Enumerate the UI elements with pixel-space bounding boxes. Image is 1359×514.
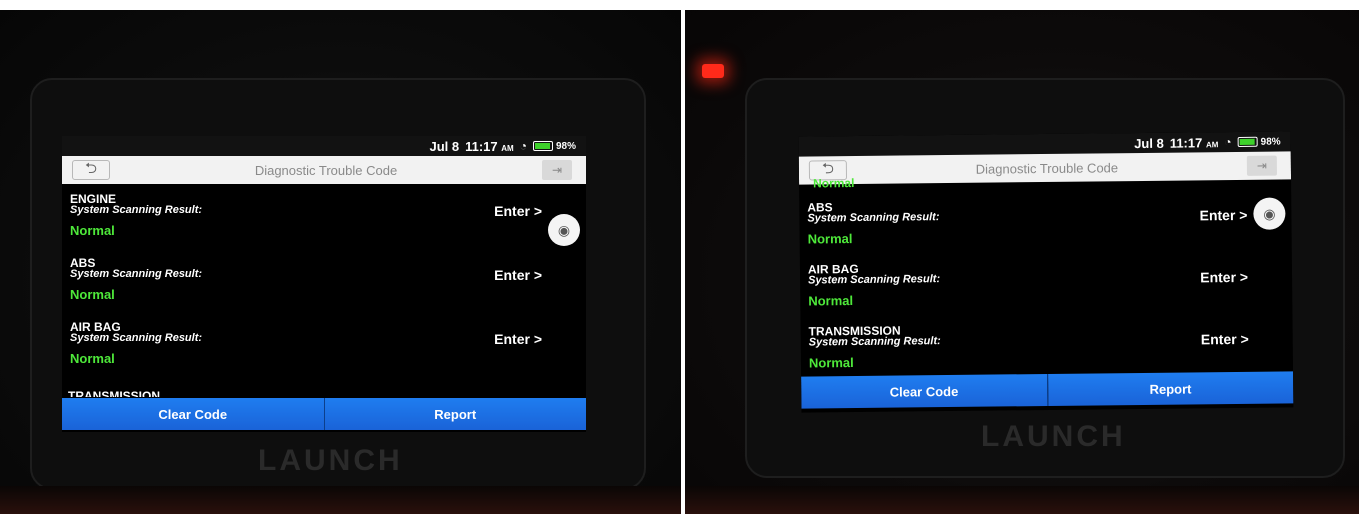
- system-result-label: System Scanning Result:: [70, 332, 203, 344]
- exit-icon[interactable]: ⇥: [542, 160, 572, 180]
- title-bar: ⮌ Diagnostic Trouble Code ⇥: [62, 156, 586, 184]
- top-edge: [685, 0, 1359, 10]
- system-result-value: Normal: [807, 231, 853, 247]
- left-screen: Jul 8 11:17 AM ◔ 98% ⮌ Diagnostic Troubl…: [62, 136, 586, 432]
- system-name-clipped: TRANSMISSION: [68, 389, 161, 397]
- device-brand-logo: LAUNCH: [258, 444, 403, 477]
- wifi-icon: ◔: [1224, 135, 1232, 150]
- right-screen: Jul 8 11:17 AM ◔ 98% ⮌ Diagnostic Troubl…: [798, 131, 1294, 413]
- report-button[interactable]: Report: [323, 398, 586, 430]
- system-row-abs[interactable]: ABS System Scanning Result: Normal Enter…: [799, 187, 1292, 254]
- bottom-edge: [685, 486, 1359, 514]
- enter-button[interactable]: Enter >: [1200, 269, 1248, 286]
- enter-button[interactable]: Enter >: [1199, 207, 1247, 224]
- device-brand-logo: LAUNCH: [981, 420, 1126, 453]
- system-result-value-clipped: Normal: [812, 176, 855, 191]
- back-arrow-icon[interactable]: ⮌: [72, 160, 110, 180]
- enter-button[interactable]: Enter >: [1201, 331, 1249, 348]
- system-row-engine[interactable]: ENGINE System Scanning Result: Normal En…: [62, 184, 586, 248]
- exit-icon[interactable]: ⇥: [1246, 155, 1278, 176]
- status-bar: Jul 8 11:17 AM ◔ 98%: [62, 136, 586, 156]
- system-row-airbag[interactable]: AIR BAG System Scanning Result: Normal E…: [62, 312, 586, 376]
- system-result-value: Normal: [70, 223, 115, 238]
- system-list: ENGINE System Scanning Result: Normal En…: [62, 184, 586, 376]
- status-date: Jul 8: [429, 138, 460, 154]
- action-bar: Clear Code Report: [62, 398, 586, 430]
- system-row-airbag[interactable]: AIR BAG System Scanning Result: Normal E…: [800, 249, 1293, 316]
- system-result-label: System Scanning Result:: [808, 273, 941, 287]
- clear-code-button[interactable]: Clear Code: [62, 398, 324, 430]
- system-row-transmission[interactable]: TRANSMISSION System Scanning Result: Nor…: [800, 311, 1293, 378]
- system-result-label: System Scanning Result:: [808, 335, 941, 349]
- battery-icon: 98%: [1237, 136, 1281, 147]
- camera-icon[interactable]: ◉: [548, 214, 580, 246]
- page-title: Diagnostic Trouble Code: [975, 159, 1119, 177]
- bottom-edge: [0, 486, 681, 514]
- title-bar: ⮌ Diagnostic Trouble Code ⇥: [798, 151, 1292, 185]
- system-list: ABS System Scanning Result: Normal Enter…: [799, 187, 1293, 378]
- system-result-value: Normal: [70, 351, 115, 366]
- camera-icon[interactable]: ◉: [1253, 197, 1286, 230]
- enter-button[interactable]: Enter >: [494, 267, 542, 283]
- action-bar: Clear Code Report: [801, 371, 1294, 409]
- wifi-icon: ◔: [519, 139, 527, 153]
- system-result-label: System Scanning Result:: [70, 268, 203, 280]
- top-edge: [0, 0, 681, 10]
- status-date: Jul 8: [1134, 135, 1164, 151]
- battery-icon: 98%: [532, 141, 576, 152]
- report-button[interactable]: Report: [1046, 371, 1294, 406]
- clear-code-button[interactable]: Clear Code: [801, 373, 1047, 409]
- system-result-label: System Scanning Result:: [70, 204, 203, 216]
- status-time: 11:17 AM: [1169, 134, 1219, 151]
- enter-button[interactable]: Enter >: [494, 331, 542, 347]
- system-result-value: Normal: [808, 355, 854, 371]
- system-result-value: Normal: [70, 287, 115, 302]
- system-row-abs[interactable]: ABS System Scanning Result: Normal Enter…: [62, 248, 586, 312]
- system-result-label: System Scanning Result:: [807, 211, 940, 225]
- page-title: Diagnostic Trouble Code: [254, 162, 398, 178]
- status-led: [702, 64, 724, 78]
- enter-button[interactable]: Enter >: [494, 203, 542, 219]
- system-result-value: Normal: [808, 293, 854, 309]
- status-time: 11:17 AM: [465, 138, 514, 154]
